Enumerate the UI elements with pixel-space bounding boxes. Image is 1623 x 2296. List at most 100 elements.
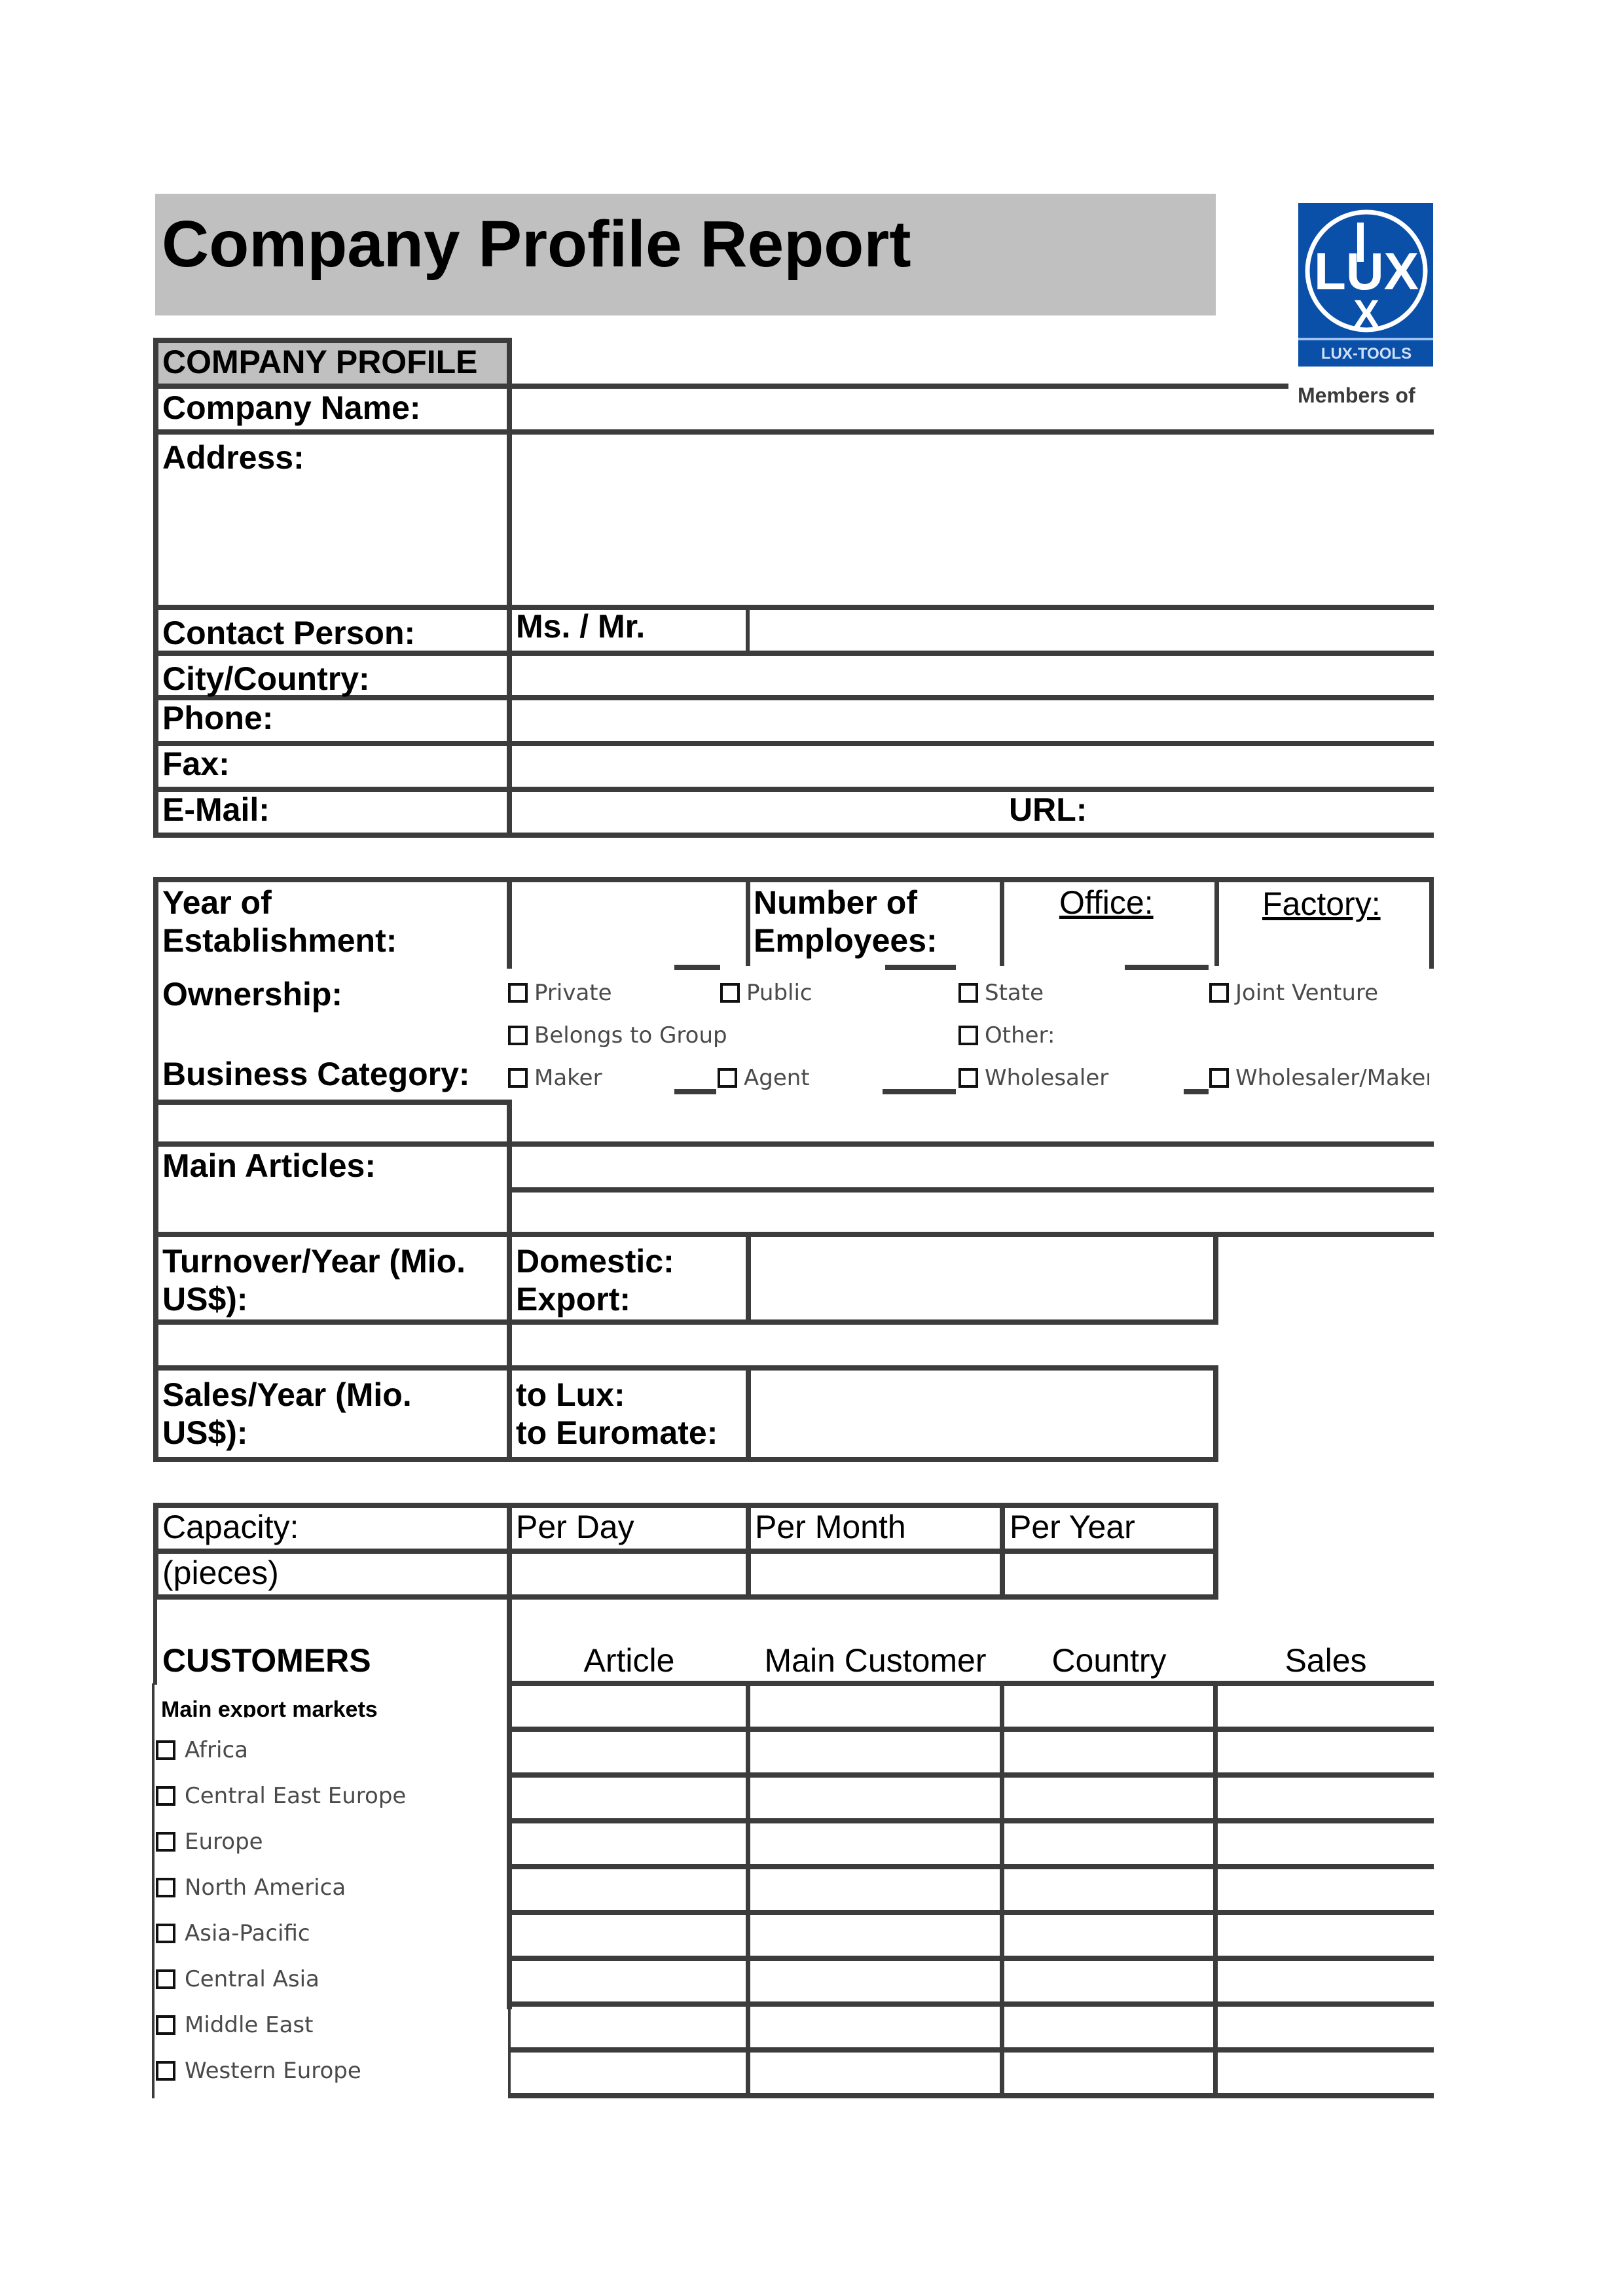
customer-cell-sales[interactable] [1218, 1915, 1429, 1956]
turnover-field[interactable] [753, 1238, 1211, 1318]
company-name-field[interactable] [513, 390, 1430, 428]
customer-cell-article[interactable] [512, 1732, 745, 1772]
url-field[interactable] [1100, 793, 1431, 831]
export-market-central-asia[interactable]: Central Asia [156, 1966, 319, 1992]
customer-cell-article[interactable] [512, 1915, 745, 1956]
customer-cell-country[interactable] [1004, 1915, 1213, 1956]
checkbox[interactable] [958, 1068, 978, 1088]
customer-cell-country[interactable] [1004, 1686, 1213, 1727]
contact-person-field[interactable] [751, 611, 1432, 649]
export-market-africa[interactable]: Africa [156, 1737, 248, 1763]
border [153, 1549, 1218, 1554]
checkbox[interactable] [508, 983, 528, 1003]
checkbox[interactable] [1209, 1068, 1229, 1088]
border [1000, 877, 1004, 966]
export-market-western-europe[interactable]: Western Europe [156, 2058, 361, 2084]
export-market-asia-pacific[interactable]: Asia-Pacific [156, 1920, 310, 1946]
customer-cell-country[interactable] [1004, 1778, 1213, 1818]
lux-tools-logo: LUX X LUX-TOOLS [1298, 203, 1433, 367]
checkbox[interactable] [156, 1740, 175, 1760]
ownership-option-joint-venture[interactable]: Joint Venture [1209, 980, 1378, 1006]
customer-cell-main-customer[interactable] [750, 1915, 999, 1956]
capacity-per-month-field[interactable] [752, 1555, 998, 1593]
ownership-option-belongs-to-group[interactable]: Belongs to Group [508, 1022, 727, 1049]
domestic-label: Domestic: [516, 1243, 674, 1280]
checkbox[interactable] [156, 1969, 175, 1989]
factory-employees-field[interactable] [1220, 923, 1427, 962]
checkbox[interactable] [156, 2015, 175, 2035]
category-option-agent[interactable]: Agent [718, 1065, 810, 1091]
office-employees-field[interactable] [1006, 923, 1213, 962]
checkbox[interactable] [1209, 983, 1229, 1003]
checkbox[interactable] [508, 1068, 528, 1088]
city-country-field[interactable] [513, 657, 1430, 694]
ownership-option-public[interactable]: Public [720, 980, 812, 1006]
capacity-per-year-field[interactable] [1006, 1555, 1212, 1593]
border [1214, 877, 1219, 966]
customer-cell-country[interactable] [1004, 2053, 1213, 2093]
customer-cell-sales[interactable] [1218, 2007, 1429, 2047]
customer-cell-article[interactable] [512, 2053, 745, 2093]
customer-cell-sales[interactable] [1218, 1732, 1429, 1772]
border [507, 1503, 512, 1600]
customer-cell-article[interactable] [512, 1823, 745, 1864]
phone-field[interactable] [513, 702, 1430, 740]
customer-cell-article[interactable] [512, 1686, 745, 1727]
fax-field[interactable] [513, 747, 1430, 785]
sales-field[interactable] [753, 1372, 1211, 1456]
customer-cell-country[interactable] [1004, 1961, 1213, 2001]
customer-cell-country[interactable] [1004, 1823, 1213, 1864]
customer-cell-article[interactable] [512, 2007, 745, 2047]
address-field[interactable] [513, 436, 1430, 603]
checkbox[interactable] [156, 1878, 175, 1897]
category-option-maker[interactable]: Maker [508, 1065, 602, 1091]
customer-cell-country[interactable] [1004, 1869, 1213, 1910]
customer-cell-article[interactable] [512, 1869, 745, 1910]
border [153, 1365, 1218, 1371]
ownership-option-other[interactable]: Other: [958, 1022, 1055, 1049]
checkbox[interactable] [508, 1026, 528, 1045]
checkbox[interactable] [156, 1832, 175, 1852]
capacity-per-day-field[interactable] [513, 1555, 744, 1593]
main-articles-field-1[interactable] [513, 1148, 1430, 1186]
customer-cell-sales[interactable] [1218, 2053, 1429, 2093]
customer-cell-main-customer[interactable] [750, 2007, 999, 2047]
checkbox[interactable] [156, 2061, 175, 2081]
main-articles-field-2[interactable] [513, 1194, 1430, 1230]
checkbox[interactable] [958, 983, 978, 1003]
export-market-europe[interactable]: Europe [156, 1829, 263, 1855]
border [508, 2007, 511, 2098]
customer-cell-sales[interactable] [1218, 1869, 1429, 1910]
checkbox[interactable] [156, 1786, 175, 1806]
ownership-option-private[interactable]: Private [508, 980, 612, 1006]
customer-cell-article[interactable] [512, 1778, 745, 1818]
checkbox[interactable] [958, 1026, 978, 1045]
customer-cell-sales[interactable] [1218, 1823, 1429, 1864]
category-option-wholesaler[interactable]: Wholesaler [958, 1065, 1108, 1091]
customer-cell-main-customer[interactable] [750, 1823, 999, 1864]
customer-cell-sales[interactable] [1218, 1686, 1429, 1727]
export-market-label: Western Europe [185, 2058, 361, 2084]
customer-cell-main-customer[interactable] [750, 1869, 999, 1910]
export-market-label: Central East Europe [185, 1783, 407, 1809]
customer-cell-main-customer[interactable] [750, 1732, 999, 1772]
customer-cell-sales[interactable] [1218, 1961, 1429, 2001]
category-option-wholesaler-maker[interactable]: Wholesaler/Maker [1209, 1065, 1429, 1091]
checkbox[interactable] [156, 1924, 175, 1943]
customer-cell-sales[interactable] [1218, 1778, 1429, 1818]
export-market-north-america[interactable]: North America [156, 1874, 346, 1901]
customer-cell-article[interactable] [512, 1961, 745, 2001]
export-market-middle-east[interactable]: Middle East [156, 2012, 313, 2038]
year-of-establishment-field[interactable] [513, 884, 744, 962]
ownership-option-state[interactable]: State [958, 980, 1044, 1006]
checkbox[interactable] [720, 983, 740, 1003]
customer-cell-main-customer[interactable] [750, 2053, 999, 2093]
customer-cell-main-customer[interactable] [750, 1961, 999, 2001]
export-market-central-east-europe[interactable]: Central East Europe [156, 1783, 406, 1809]
email-field[interactable] [513, 793, 998, 831]
customer-cell-main-customer[interactable] [750, 1686, 999, 1727]
customer-cell-main-customer[interactable] [750, 1778, 999, 1818]
checkbox[interactable] [718, 1068, 737, 1088]
customer-cell-country[interactable] [1004, 2007, 1213, 2047]
customer-cell-country[interactable] [1004, 1732, 1213, 1772]
